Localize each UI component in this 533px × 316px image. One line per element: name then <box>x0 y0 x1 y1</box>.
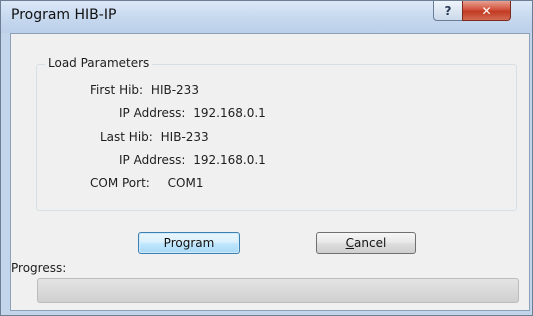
dialog-client-area: Load Parameters First Hib: HIB-233 IP Ad… <box>10 33 530 311</box>
window-title: Program HIB-IP <box>11 7 117 23</box>
last-hib-value: HIB-233 <box>160 130 209 144</box>
com-port-row: COM Port: COM1 <box>90 176 203 190</box>
progress-bar <box>37 278 519 303</box>
close-icon: ✕ <box>481 3 492 18</box>
first-ip-row: IP Address: 192.168.0.1 <box>119 106 266 120</box>
last-ip-label: IP Address: <box>119 153 186 167</box>
com-port-value: COM1 <box>167 176 204 190</box>
last-hib-label: Last Hib: <box>100 130 153 144</box>
last-ip-value: 192.168.0.1 <box>193 153 266 167</box>
first-hib-row: First Hib: HIB-233 <box>90 83 199 97</box>
title-bar[interactable]: Program HIB-IP ? ✕ <box>1 1 532 33</box>
load-parameters-group: Load Parameters First Hib: HIB-233 IP Ad… <box>36 56 517 211</box>
program-button[interactable]: Program <box>138 232 240 254</box>
help-button[interactable]: ? <box>433 1 463 21</box>
cancel-mnemonic: C <box>345 236 355 250</box>
cancel-label-rest: ancel <box>354 236 387 250</box>
first-ip-value: 192.168.0.1 <box>193 106 266 120</box>
com-port-label: COM Port: <box>90 176 150 190</box>
cancel-button[interactable]: Cancel <box>316 232 416 254</box>
first-hib-value: HIB-233 <box>150 83 199 97</box>
close-button[interactable]: ✕ <box>462 1 511 21</box>
first-hib-label: First Hib: <box>90 83 144 97</box>
last-ip-row: IP Address: 192.168.0.1 <box>119 153 266 167</box>
progress-label: Progress: <box>11 261 67 275</box>
last-hib-row: Last Hib: HIB-233 <box>100 130 209 144</box>
help-icon: ? <box>444 3 452 18</box>
dialog-window: Program HIB-IP ? ✕ Load Parameters First… <box>0 0 533 316</box>
first-ip-label: IP Address: <box>119 106 186 120</box>
group-legend: Load Parameters <box>45 56 153 70</box>
